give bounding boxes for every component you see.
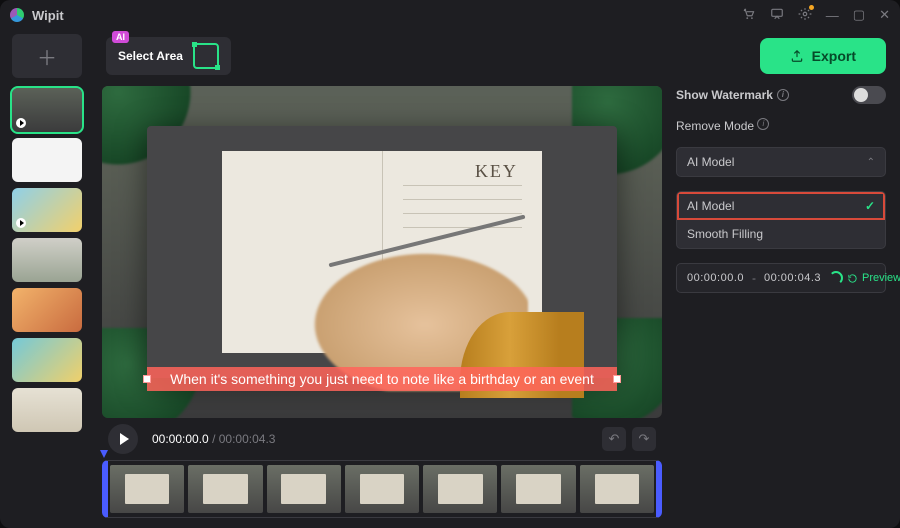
top-toolbar: ＋ AI Select Area Export [0,30,900,86]
timeline[interactable] [102,460,662,518]
export-label: Export [812,48,856,64]
settings-icon[interactable] [798,7,812,24]
preview-column: KEY When it's something you just need [102,86,662,518]
select-area-button[interactable]: AI Select Area [106,37,231,75]
caption-text: When it's something you just need to not… [170,371,594,387]
range-separator: - [752,271,756,285]
show-watermark-toggle[interactable] [852,86,886,104]
main-area: KEY When it's something you just need [0,86,900,528]
minimize-button[interactable]: — [826,8,839,23]
timeline-frame [501,465,575,513]
thumbnail-7[interactable] [12,388,82,432]
time-range-card: 00:00:00.0 - 00:00:04.3 Preview [676,263,886,293]
thumbnail-4[interactable] [12,238,82,282]
playhead-icon[interactable] [100,450,108,458]
remove-mode-label: Remove Mode [676,118,886,133]
play-badge-icon [16,218,26,228]
media-thumbnails [8,86,88,518]
thumbnail-2[interactable] [12,138,82,182]
settings-panel: Show Watermark Remove Mode AI Model ⌃ AI… [676,86,886,518]
titlebar: Wipit — ▢ ✕ [0,0,900,30]
feedback-icon[interactable] [770,7,784,24]
video-preview[interactable]: KEY When it's something you just need [102,86,662,418]
preview-button[interactable]: Preview [829,271,900,285]
app-name: Wipit [32,8,64,23]
info-icon[interactable] [777,89,789,101]
play-button[interactable] [108,424,138,454]
option-ai-model[interactable]: AI Model ✓ [677,192,885,220]
chevron-up-icon: ⌃ [867,157,875,168]
time-readout: 00:00:00.0 / 00:00:04.3 [152,432,275,446]
undo-button[interactable]: ↶ [602,427,626,451]
timeline-frame [345,465,419,513]
remove-mode-select[interactable]: AI Model ⌃ [676,147,886,177]
selection-box-icon [193,43,219,69]
thumbnail-3[interactable] [12,188,82,232]
timeline-frame [110,465,184,513]
thumbnail-5[interactable] [12,288,82,332]
preview-label: Preview [862,272,900,284]
app-logo-icon [10,8,24,22]
timeline-frame [580,465,654,513]
export-button[interactable]: Export [760,38,886,74]
maximize-button[interactable]: ▢ [853,7,865,23]
watermark-selection[interactable]: When it's something you just need to not… [147,367,617,391]
play-badge-icon [16,118,26,128]
select-area-label: Select Area [118,49,183,63]
info-icon[interactable] [757,118,769,130]
timeline-frame [188,465,262,513]
thumbnail-1[interactable] [12,88,82,132]
remove-mode-dropdown: AI Model ✓ Smooth Filling [676,191,886,249]
add-media-button[interactable]: ＋ [12,34,82,78]
show-watermark-label: Show Watermark [676,88,789,102]
range-end: 00:00:04.3 [764,272,821,284]
close-button[interactable]: ✕ [879,7,890,23]
check-icon: ✓ [865,199,875,213]
transport-bar: 00:00:00.0 / 00:00:04.3 ↶ ↷ [102,424,662,454]
app-window: Wipit — ▢ ✕ ＋ AI Select Area Export [0,0,900,528]
timeline-frame [267,465,341,513]
thumbnail-6[interactable] [12,338,82,382]
current-time: 00:00:00.0 [152,432,209,446]
duration-time: 00:00:04.3 [219,432,276,446]
timeline-frame [423,465,497,513]
cart-icon[interactable] [742,7,756,24]
notebook-heading: KEY [475,161,518,182]
redo-button[interactable]: ↷ [632,427,656,451]
ai-badge: AI [112,31,129,43]
option-smooth-filling[interactable]: Smooth Filling [677,220,885,248]
remove-mode-value: AI Model [687,155,734,169]
range-start: 00:00:00.0 [687,272,744,284]
